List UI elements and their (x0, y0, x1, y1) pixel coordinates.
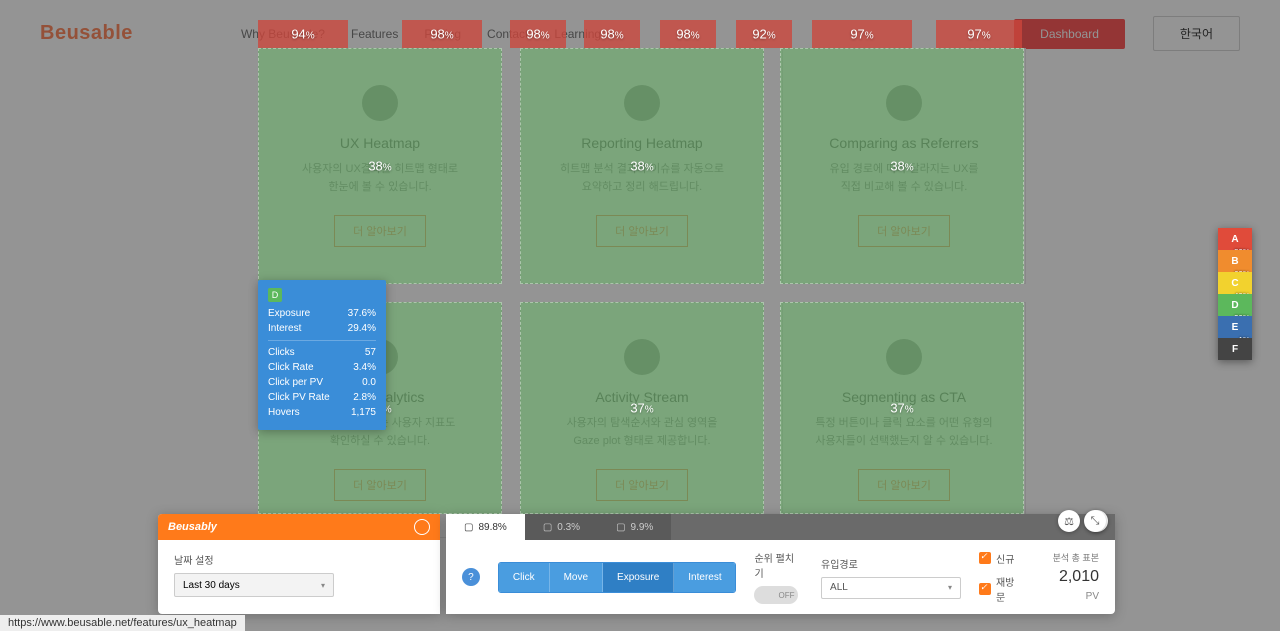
check-return[interactable]: 재방문 (979, 574, 1023, 604)
device-tab[interactable]: ▢ 0.3% (525, 514, 598, 540)
mode-option[interactable]: Exposure (603, 563, 674, 592)
inflow-select[interactable]: ALL ▾ (821, 577, 961, 599)
device-icon: ▢ (464, 522, 473, 533)
tooltip-row: Click PV Rate2.8% (268, 390, 376, 405)
feature-card[interactable]: Segmenting as CTA 특정 버튼이나 클릭 요소를 어떤 유형의사… (782, 302, 1026, 538)
nav-item[interactable]: Why Beusable? (241, 27, 325, 41)
card-title: Reporting Heatmap (581, 135, 702, 151)
panel-brand: Beusably (158, 514, 440, 540)
learn-more-button[interactable]: 더 알아보기 (334, 469, 426, 501)
legend-grade[interactable]: F (1218, 338, 1252, 360)
inflow-label: 유입경로 (821, 556, 961, 571)
learn-more-button[interactable]: 더 알아보기 (596, 215, 688, 247)
tooltip-row: Exposure37.6% (268, 306, 376, 321)
card-desc: 특정 버튼이나 클릭 요소를 어떤 유형의사용자들이 선택했는지 알 수 있습니… (815, 415, 992, 450)
visitor-filter: 신규 재방문 (979, 551, 1023, 604)
stat-value: 2,010 PV (1041, 568, 1099, 604)
collapse-icon[interactable]: ⤡ (1084, 510, 1106, 532)
legend-grade[interactable]: A80% (1218, 228, 1252, 250)
mode-option[interactable]: Click (499, 563, 550, 592)
tooltip-row: Click Rate3.4% (268, 360, 376, 375)
feature-card[interactable]: Activity Stream 사용자의 탐색순서와 관심 영역을Gaze pl… (520, 302, 764, 538)
nav-item[interactable]: Contact (487, 27, 528, 41)
legend-grade[interactable]: E1% (1218, 316, 1252, 338)
hover-tooltip: D Exposure37.6%Interest29.4% Clicks57Cli… (258, 280, 386, 430)
card-icon (624, 339, 660, 375)
legend-grade[interactable]: D20% (1218, 294, 1252, 316)
mode-segment: ClickMoveExposureInterest (498, 562, 737, 593)
chevron-down-icon: ▾ (948, 583, 952, 592)
card-icon (362, 85, 398, 121)
date-label: 날짜 설정 (174, 552, 424, 567)
learn-more-button[interactable]: 더 알아보기 (334, 215, 426, 247)
card-title: Comparing as Referrers (829, 135, 978, 151)
feature-card[interactable]: Reporting Heatmap 히트맵 분석 결과와 이슈를 자동으로요약하… (520, 48, 764, 284)
nav-item[interactable]: Features (351, 27, 398, 41)
globe-icon[interactable] (414, 519, 430, 535)
nav-links: Why Beusable? Features Pricing Contact L… (241, 27, 601, 41)
rank-control: 순위 펼치기 OFF (754, 550, 803, 604)
panel-left: Beusably 날짜 설정 Last 30 days ▾ (158, 514, 440, 614)
card-desc: 유입 경로에 따라 달라지는 UX를직접 비교해 볼 수 있습니다. (830, 161, 979, 196)
control-panel: Beusably 날짜 설정 Last 30 days ▾ ▢ 89.8%▢ 0… (158, 514, 1115, 614)
card-icon (624, 85, 660, 121)
card-desc: 사용자의 탐색순서와 관심 영역을Gaze plot 형태로 제공합니다. (567, 415, 718, 450)
panel-brand-text: Beusably (168, 521, 217, 533)
card-title: Activity Stream (595, 389, 688, 405)
device-tabs: ▢ 89.8%▢ 0.3%▢ 9.9% (446, 514, 1115, 540)
card-icon (886, 339, 922, 375)
card-desc: 히트맵 분석 결과와 이슈를 자동으로요약하고 정리 해드립니다. (560, 161, 724, 196)
mode-option[interactable]: Move (550, 563, 603, 592)
legend-grade[interactable]: B60% (1218, 250, 1252, 272)
logo[interactable]: Beusable (40, 22, 133, 45)
rank-label: 순위 펼치기 (754, 550, 803, 580)
tooltip-row: Interest29.4% (268, 321, 376, 336)
device-icon: ▢ (616, 522, 625, 533)
learn-more-button[interactable]: 더 알아보기 (858, 469, 950, 501)
check-new[interactable]: 신규 (979, 551, 1023, 566)
checkbox-icon (979, 552, 991, 564)
nav-item[interactable]: Learning (554, 27, 601, 41)
stats: 분석 총 표본 2,010 PV (1041, 551, 1099, 604)
nav-item[interactable]: Pricing (424, 27, 461, 41)
tooltip-row: Clicks57 (268, 345, 376, 360)
device-tab[interactable]: ▢ 9.9% (598, 514, 671, 540)
chevron-down-icon: ▾ (321, 581, 325, 590)
feature-card[interactable]: Comparing as Referrers 유입 경로에 따라 달라지는 UX… (782, 48, 1026, 284)
mode-option[interactable]: Interest (674, 563, 736, 592)
inflow-control: 유입경로 ALL ▾ (821, 556, 961, 599)
balance-icon[interactable]: ⚖ (1058, 510, 1080, 532)
device-icon: ▢ (543, 522, 552, 533)
grade-badge: D (268, 288, 282, 302)
rank-toggle[interactable]: OFF (754, 586, 798, 604)
stat-label: 분석 총 표본 (1041, 551, 1099, 564)
grade-legend[interactable]: A80%B60%C40%D20%E1%F (1218, 228, 1252, 360)
checkbox-icon (979, 583, 991, 595)
card-desc: 사용자의 UX결과를 히트맵 형태로한눈에 볼 수 있습니다. (302, 161, 458, 196)
help-icon[interactable]: ? (462, 568, 480, 586)
dashboard-button[interactable]: Dashboard (1014, 19, 1125, 49)
learn-more-button[interactable]: 더 알아보기 (858, 215, 950, 247)
tooltip-row: Hovers1,175 (268, 405, 376, 420)
legend-grade[interactable]: C40% (1218, 272, 1252, 294)
date-select[interactable]: Last 30 days ▾ (174, 573, 334, 597)
tooltip-row: Click per PV0.0 (268, 375, 376, 390)
date-value: Last 30 days (183, 580, 240, 591)
panel-right: ▢ 89.8%▢ 0.3%▢ 9.9% ? ClickMoveExposureI… (446, 514, 1115, 614)
feature-card[interactable]: UX Heatmap 사용자의 UX결과를 히트맵 형태로한눈에 볼 수 있습니… (258, 48, 502, 284)
card-icon (886, 85, 922, 121)
learn-more-button[interactable]: 더 알아보기 (596, 469, 688, 501)
card-title: UX Heatmap (340, 135, 420, 151)
device-tab[interactable]: ▢ 89.8% (446, 514, 525, 540)
card-title: Segmenting as CTA (842, 389, 966, 405)
status-url: https://www.beusable.net/features/ux_hea… (0, 615, 245, 631)
language-button[interactable]: 한국어 (1153, 16, 1240, 51)
